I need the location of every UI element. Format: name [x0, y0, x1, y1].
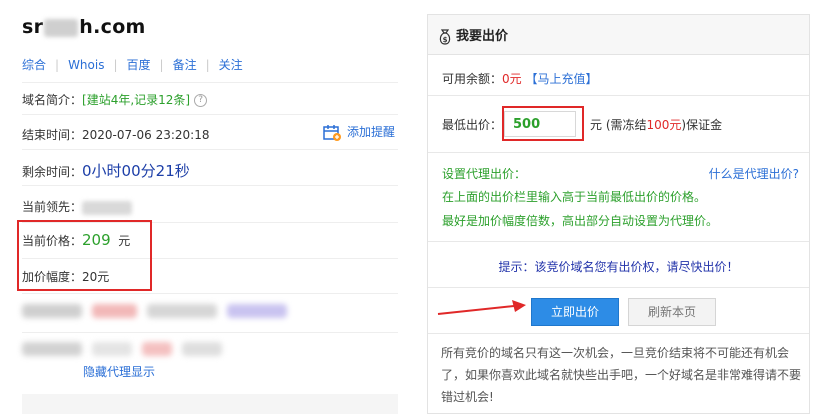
- proxy-help-line2: 最好是加价幅度倍数，高出部分自动设置为代理价。: [442, 214, 719, 228]
- refresh-page-button[interactable]: 刷新本页: [628, 298, 716, 326]
- divider: [22, 332, 398, 333]
- bottom-placeholder: [22, 394, 398, 414]
- divider: [428, 95, 809, 96]
- deposit-note: 元 (需冻结100元)保证金: [590, 116, 722, 133]
- place-bid-button[interactable]: 立即出价: [531, 298, 619, 326]
- divider: [22, 293, 398, 294]
- bid-right-tip: 提示：该竞价域名您有出价权，请尽快出价！: [498, 260, 739, 274]
- balance-value: 0元: [502, 72, 522, 86]
- auction-notice: 所有竞价的域名只有这一次机会，一旦竞价结束将不可能还有机会了，如果你喜欢此域名就…: [441, 346, 802, 404]
- divider: [22, 185, 398, 186]
- intro-value-link[interactable]: [建站4年,记录12条]: [82, 93, 190, 107]
- calendar-add-icon: [323, 125, 341, 141]
- intro-row: 域名简介：[建站4年,记录12条]?: [22, 91, 208, 108]
- leader-label: 当前领先：: [22, 200, 83, 214]
- remaining-row: 剩余时间：0小时00分21秒: [22, 160, 190, 181]
- link-whois[interactable]: Whois: [68, 58, 104, 72]
- remaining-label: 剩余时间：: [22, 165, 83, 179]
- divider: [428, 333, 809, 334]
- link-overview[interactable]: 综合: [22, 58, 46, 72]
- domain-title: sr h.com: [22, 16, 146, 38]
- proxy-bid-label: 设置代理出价：: [442, 167, 527, 181]
- domain-info-section: sr h.com 综合 | Whois | 百度 | 备注 | 关注 域名简介：[建站4年,记录1…: [0, 0, 410, 414]
- bid-panel: $ 我要出价 可用余额：0元 【马上充值】 最低出价： 元 (需冻结100元)保…: [427, 14, 810, 414]
- deposit-prefix: 元 (需冻结: [590, 118, 647, 132]
- add-reminder-button[interactable]: 添加提醒: [323, 123, 395, 141]
- divider: [428, 241, 809, 242]
- domain-links: 综合 | Whois | 百度 | 备注 | 关注: [22, 58, 243, 72]
- remaining-countdown: 0小时00分21秒: [82, 162, 190, 180]
- end-time-label: 结束时间：: [22, 128, 83, 142]
- divider: [22, 82, 398, 83]
- highlight-box-input: [502, 106, 584, 141]
- blurred-leader-name: [82, 200, 133, 215]
- bid-panel-title: 我要出价: [456, 29, 509, 44]
- divider: [428, 152, 809, 153]
- divider: [22, 114, 398, 115]
- balance-row: 可用余额：0元 【马上充值】: [442, 70, 598, 87]
- link-note[interactable]: 备注: [173, 58, 197, 72]
- bid-panel-header: $ 我要出价: [428, 15, 809, 55]
- hide-proxy-link[interactable]: 隐藏代理显示: [83, 363, 155, 380]
- end-time-value: 2020-07-06 23:20:18: [82, 128, 210, 142]
- blurred-domain-part: [44, 18, 79, 37]
- recharge-link[interactable]: 【马上充值】: [525, 72, 597, 86]
- money-bag-icon: $: [439, 28, 451, 45]
- end-time-row: 结束时间：2020-07-06 23:20:18: [22, 126, 209, 143]
- link-baidu[interactable]: 百度: [127, 58, 151, 72]
- balance-label: 可用余额：: [442, 72, 503, 86]
- add-reminder-label: 添加提醒: [347, 125, 396, 139]
- min-bid-label: 最低出价：: [442, 118, 503, 132]
- link-follow[interactable]: 关注: [219, 58, 243, 72]
- divider: [22, 149, 398, 150]
- deposit-suffix: )保证金: [681, 118, 723, 132]
- highlight-box-price: [17, 220, 152, 291]
- domain-suffix: h.com: [79, 16, 146, 38]
- proxy-help-line1: 在上面的出价栏里输入高于当前最低出价的价格。: [442, 190, 707, 204]
- leader-row: 当前领先：: [22, 198, 133, 215]
- divider: [428, 287, 809, 288]
- intro-label: 域名简介：: [22, 93, 83, 107]
- what-is-proxy-link[interactable]: 什么是代理出价?: [709, 165, 799, 182]
- min-bid-label-row: 最低出价：: [442, 116, 502, 133]
- svg-text:$: $: [443, 36, 448, 44]
- deposit-amount: 100元: [646, 118, 682, 132]
- domain-prefix: sr: [22, 16, 44, 38]
- question-circle-icon[interactable]: ?: [194, 94, 208, 107]
